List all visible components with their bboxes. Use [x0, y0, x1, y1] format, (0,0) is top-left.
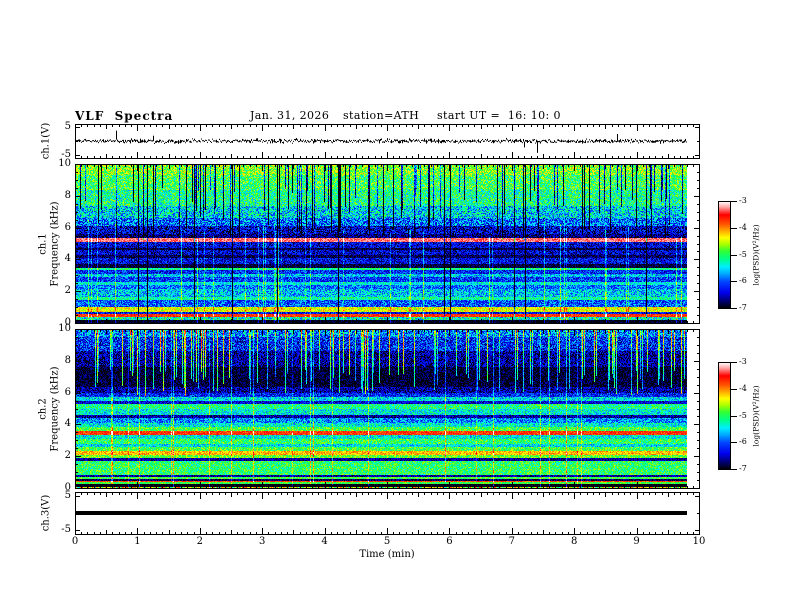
- x-tick-label: 9: [633, 536, 640, 547]
- plot-date: Jan. 31, 2026: [250, 109, 330, 122]
- x-tick-label: 2: [196, 536, 203, 547]
- colorbar-tick-label: -4: [739, 383, 747, 393]
- x-tick-label: 0: [71, 536, 79, 547]
- colorbar-tick-label: -3: [739, 357, 747, 366]
- ch1-waveform-canvas: [75, 124, 700, 159]
- colorbar-tick-label: -3: [739, 196, 747, 205]
- x-tick-label: 6: [446, 536, 453, 547]
- plot-start-ut: start UT = 16: 10: 0: [437, 109, 561, 122]
- colorbar-ch1-label: log(PSD)(V²/Hz): [751, 224, 761, 286]
- y-tick-label: 4: [64, 418, 71, 430]
- colorbar-tick-label: -6: [739, 437, 747, 447]
- y-tick-label: 4: [64, 253, 71, 265]
- x-tick-label: 4: [321, 536, 328, 547]
- x-tick-label: 3: [259, 536, 266, 547]
- y-tick-label: 10: [58, 323, 71, 334]
- colorbar-tick-label: -7: [739, 464, 747, 473]
- ch2-spectrogram-canvas: [75, 329, 700, 489]
- colorbar-tick-label: -6: [739, 276, 747, 286]
- ch3-waveform-canvas: [75, 492, 700, 535]
- x-tick-label: 5: [383, 536, 391, 547]
- colorbar-tick-label: -7: [739, 303, 747, 312]
- y-tick-label: -5: [61, 524, 71, 536]
- colorbar-ch2: [718, 362, 737, 470]
- y-tick-label: 5: [64, 121, 71, 133]
- vlf-spectra-figure: VLF Spectra Jan. 31, 2026 station=ATH st…: [0, 0, 792, 612]
- y-tick-label: 5: [64, 489, 71, 501]
- y-tick-label: 8: [64, 354, 71, 366]
- ch1-spec-ylabel-channel: ch.1: [37, 233, 49, 255]
- y-tick-label: 6: [64, 386, 71, 398]
- x-tick-label: 1: [134, 536, 141, 547]
- ch1-spec-ylabel-frequency: Frequency (kHz): [49, 201, 61, 287]
- colorbar-tick-label: -5: [739, 410, 747, 420]
- x-tick-label: 10: [692, 536, 706, 547]
- y-tick-label: 2: [64, 450, 71, 462]
- colorbar-ch1: [718, 201, 737, 309]
- ch1-spectrogram-canvas: [75, 164, 700, 324]
- plot-title: VLF Spectra: [75, 109, 174, 123]
- colorbar-tick-label: -5: [739, 249, 747, 259]
- y-tick-label: 8: [64, 189, 71, 201]
- y-tick-label: 6: [64, 221, 71, 233]
- x-axis-label: Time (min): [359, 549, 415, 560]
- y-tick-label: 2: [64, 285, 71, 297]
- colorbar-tick-label: -4: [739, 222, 747, 232]
- y-tick-label: 10: [58, 158, 71, 169]
- colorbar-ch2-label: log(PSD)(V²/Hz): [751, 385, 761, 447]
- plot-station: station=ATH: [343, 109, 420, 122]
- ch2-spec-ylabel-frequency: Frequency (kHz): [49, 366, 61, 452]
- x-tick-label: 8: [571, 536, 578, 547]
- x-tick-label: 7: [508, 536, 515, 547]
- ch2-spec-ylabel-channel: ch.2: [37, 398, 49, 420]
